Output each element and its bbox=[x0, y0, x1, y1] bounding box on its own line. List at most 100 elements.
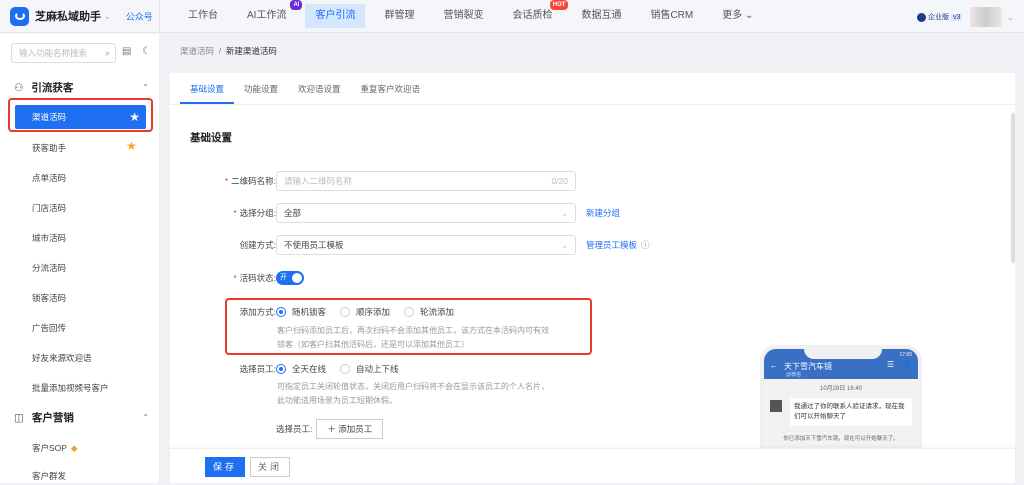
marketing-icon: ◫ bbox=[14, 411, 24, 424]
sidebar-item[interactable]: 好友来源欢迎语 bbox=[32, 352, 92, 364]
tab-repeat-welcome[interactable]: 重复客户欢迎语 bbox=[351, 73, 431, 104]
nav-label: 销售CRM bbox=[650, 10, 694, 21]
group-customer-acquisition[interactable]: ⚇ 引流获客 ⌃ bbox=[14, 80, 149, 95]
sidebar-item[interactable]: 分流活码 bbox=[32, 262, 66, 274]
layout-icon[interactable]: ▤ bbox=[122, 46, 131, 57]
radio-all-day[interactable]: 全天在线 bbox=[276, 363, 326, 375]
user-add-icon: ⚇ bbox=[14, 81, 24, 94]
field-label: * 活码状态: bbox=[233, 273, 276, 283]
radio-sequential[interactable]: 顺序添加 bbox=[340, 306, 390, 318]
form-card: 基础设置 功能设置 欢迎语设置 重复客户欢迎语 基础设置 * 二维码名称: 请输入… bbox=[170, 73, 1015, 485]
nav-label: 数据互通 bbox=[581, 10, 622, 21]
chevron-down-icon: ⌄ bbox=[560, 240, 568, 250]
sidebar-item[interactable]: 广告回传 bbox=[32, 322, 66, 334]
field-label: 选择员工: bbox=[239, 364, 276, 374]
moon-icon[interactable]: ☾ bbox=[142, 46, 151, 57]
sidebar: 输入功能名称搜索 ⌕ ▤ ☾ ⚇ 引流获客 ⌃ 渠道活码 ★ 获客助手 ★ 点单活码 门店… bbox=[0, 34, 160, 483]
nav-sales-crm[interactable]: 销售CRM bbox=[640, 4, 703, 28]
tab-basic[interactable]: 基础设置 bbox=[180, 73, 235, 104]
vip-icon: ◆ bbox=[70, 443, 78, 453]
top-bar: 芝麻私域助手 ⌄ 公众号 工作台 AI工作流 AI 客户引流 群管理 营销裂变 会… bbox=[0, 0, 1024, 33]
nav-more[interactable]: 更多 ⌄ bbox=[712, 4, 763, 28]
group-customer-marketing[interactable]: ◫ 客户营销 ⌃ bbox=[14, 410, 149, 425]
system-message: 你已添加天下雪汽车镜，现在可以开始聊天了。 bbox=[783, 436, 899, 442]
item-label: 客户SOP bbox=[32, 443, 67, 453]
sidebar-item-customer-sop[interactable]: 客户SOP ◆ bbox=[32, 442, 78, 454]
sidebar-item[interactable]: 门店活码 bbox=[32, 202, 66, 214]
chevron-down-icon[interactable]: ⌄ bbox=[1006, 12, 1014, 23]
nav-label: 更多 ⌄ bbox=[722, 10, 754, 21]
edition-icon bbox=[917, 12, 927, 22]
pick-staff-row: 选择员工: ＋ 添加员工 bbox=[276, 419, 384, 439]
hot-badge: HOT bbox=[549, 0, 569, 10]
edition-badge: 企业版 v3 bbox=[917, 12, 963, 22]
nav-customer-acquisition[interactable]: 客户引流 bbox=[305, 4, 366, 28]
nav-workbench[interactable]: 工作台 bbox=[178, 4, 228, 28]
field-label: 创建方式: bbox=[239, 240, 276, 250]
nav-label: 客户引流 bbox=[315, 10, 356, 21]
sidebar-item[interactable]: 批量添加视频号客户 bbox=[32, 382, 109, 394]
add-method-row: 添加方式: 随机锁客 顺序添加 轮流添加 bbox=[190, 306, 468, 318]
sidebar-item[interactable]: 城市活码 bbox=[32, 232, 66, 244]
select-value: 全部 bbox=[284, 208, 302, 218]
nav-group-management[interactable]: 群管理 bbox=[374, 4, 424, 28]
group-label: 客户营销 bbox=[31, 412, 74, 424]
menu-icon: ☰ bbox=[886, 360, 894, 369]
chat-date: 10月28日 16:40 bbox=[819, 386, 863, 392]
edition-label: 企业版 bbox=[928, 14, 950, 21]
nav-session-check[interactable]: 会话质检 HOT bbox=[502, 0, 569, 28]
radio-auto-online[interactable]: 自动上下线 bbox=[340, 363, 399, 375]
sidebar-item-channel-code[interactable]: 渠道活码 ★ bbox=[15, 105, 146, 129]
main-content: 渠道活码 / 新建渠道活码 基础设置 功能设置 欢迎语设置 重复客户欢迎语 基础… bbox=[170, 40, 1015, 485]
group-row: * 选择分组: 全部 ⌄ 新建分组 bbox=[190, 203, 620, 223]
scrollbar[interactable] bbox=[1011, 113, 1015, 263]
star-icon[interactable]: ★ bbox=[126, 139, 137, 153]
breadcrumb-parent[interactable]: 渠道活码 bbox=[180, 46, 214, 56]
char-count: 0/20 bbox=[551, 176, 568, 186]
sidebar-item[interactable]: 客户群发 bbox=[32, 470, 66, 482]
search-icon[interactable]: ⌕ bbox=[105, 44, 110, 62]
user-area[interactable]: 企业版 v3 ⌄ bbox=[917, 7, 1014, 27]
group-select[interactable]: 全部 ⌄ bbox=[276, 203, 576, 223]
nav-ai-workflow[interactable]: AI工作流 AI bbox=[237, 0, 303, 28]
account-type[interactable]: 公众号 bbox=[126, 10, 153, 23]
function-search-input[interactable]: 输入功能名称搜索 ⌕ bbox=[11, 43, 116, 63]
add-staff-button[interactable]: ＋ 添加员工 bbox=[316, 419, 384, 439]
item-label: 获客助手 bbox=[32, 143, 67, 153]
sidebar-item[interactable]: 点单活码 bbox=[32, 172, 66, 184]
help-icon[interactable]: ⓘ bbox=[641, 239, 650, 251]
qr-name-input[interactable]: 请输入二维码名称 0/20 bbox=[276, 171, 576, 191]
sidebar-item[interactable]: 锁客活码 bbox=[32, 292, 66, 304]
nav-label: 营销裂变 bbox=[443, 10, 484, 21]
sidebar-item-acquisition-assistant[interactable]: 获客助手 ★ bbox=[32, 139, 142, 154]
close-button[interactable]: 关闭 bbox=[250, 457, 290, 477]
qr-name-row: * 二维码名称: 请输入二维码名称 0/20 bbox=[190, 171, 576, 191]
avatar[interactable] bbox=[970, 7, 1003, 27]
main-nav: 工作台 AI工作流 AI 客户引流 群管理 营销裂变 会话质检 HOT 数据互通 销… bbox=[178, 0, 772, 33]
tab-welcome[interactable]: 欢迎语设置 bbox=[288, 73, 351, 104]
radio-random-lock[interactable]: 随机锁客 bbox=[276, 306, 326, 318]
tabs: 基础设置 功能设置 欢迎语设置 重复客户欢迎语 bbox=[170, 73, 1015, 105]
star-icon[interactable]: ★ bbox=[129, 105, 140, 129]
breadcrumb-current: 新建渠道活码 bbox=[225, 46, 277, 56]
nav-data-sync[interactable]: 数据互通 bbox=[571, 4, 631, 28]
chevron-up-icon[interactable]: ⌃ bbox=[142, 83, 149, 92]
section-title: 基础设置 bbox=[190, 132, 232, 144]
brand[interactable]: 芝麻私域助手 ⌄ 公众号 bbox=[0, 0, 160, 33]
tab-function[interactable]: 功能设置 bbox=[234, 73, 288, 104]
placeholder: 请输入二维码名称 bbox=[284, 176, 353, 186]
nav-marketing[interactable]: 营销裂变 bbox=[433, 4, 493, 28]
chevron-up-icon[interactable]: ⌃ bbox=[142, 413, 149, 422]
manage-template-link[interactable]: 管理员工模板 bbox=[586, 239, 637, 251]
new-group-link[interactable]: 新建分组 bbox=[586, 207, 620, 219]
app-logo-icon bbox=[10, 6, 29, 26]
breadcrumb: 渠道活码 / 新建渠道活码 bbox=[180, 46, 277, 56]
save-button[interactable]: 保存 bbox=[205, 457, 245, 477]
contact-avatar bbox=[770, 400, 782, 412]
chat-header: 17:00 ← 天下雪汽车镜 @微信 ☰ 👤 bbox=[764, 349, 918, 379]
create-method-select[interactable]: 不使用员工模板 ⌄ bbox=[276, 235, 576, 255]
chat-bubble: 我通过了你的联系人验证请求，现在我们可以开始聊天了 bbox=[770, 398, 912, 426]
radio-rotation[interactable]: 轮流添加 bbox=[404, 306, 454, 318]
chevron-down-icon[interactable]: ⌄ bbox=[104, 12, 111, 21]
status-toggle[interactable]: 开 bbox=[276, 271, 304, 285]
